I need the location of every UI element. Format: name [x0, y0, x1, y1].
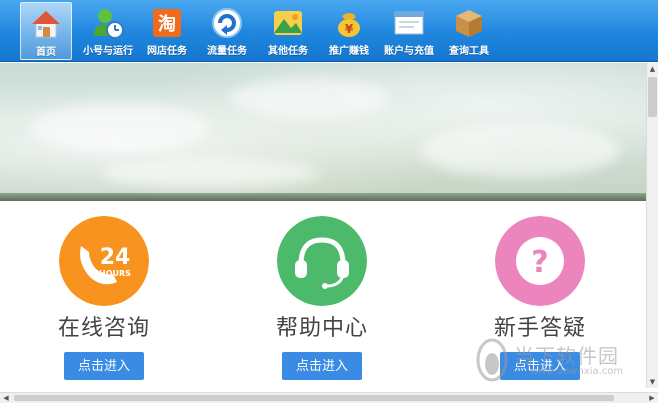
scroll-left-icon[interactable]: ◀ — [0, 393, 12, 403]
toolbar-item-home[interactable]: 首页 — [20, 2, 72, 60]
toolbar-item-account-recharge[interactable]: 账户与充值 — [380, 2, 438, 60]
toolbar-item-label: 流量任务 — [207, 46, 247, 57]
phone-24-hours-icon[interactable]: 24 HOURS — [59, 216, 149, 306]
card-title: 在线咨询 — [57, 316, 150, 341]
svg-text:¥: ¥ — [345, 22, 354, 36]
toolbar-item-label: 首页 — [36, 47, 56, 58]
icon-24-text: 24 — [100, 245, 131, 270]
box-icon — [456, 10, 482, 37]
user-clock-icon — [94, 9, 124, 39]
main-toolbar: 首页 小号与运行 淘 网店任务 流量任务 其他任务 ¥ 推广赚钱 账户与充值 查… — [0, 0, 658, 62]
scroll-right-icon[interactable]: ▶ — [646, 393, 658, 403]
toolbar-item-label: 推广赚钱 — [329, 46, 369, 57]
window-icon — [394, 11, 424, 35]
watermark: 当下软件园 www.downxia.com — [470, 336, 650, 386]
house-icon — [30, 10, 62, 38]
horizontal-scroll-thumb[interactable] — [14, 395, 614, 401]
card-title: 帮助中心 — [275, 316, 368, 341]
toolbar-item-promote-earn[interactable]: ¥ 推广赚钱 — [324, 2, 374, 60]
toolbar-item-shop-tasks[interactable]: 淘 网店任务 — [142, 2, 192, 60]
money-bag-icon: ¥ — [338, 13, 360, 37]
toolbar-item-traffic-tasks[interactable]: 流量任务 — [202, 2, 252, 60]
mountain-icon — [274, 11, 302, 35]
question-mark: ? — [531, 245, 548, 280]
toolbar-item-other-tasks[interactable]: 其他任务 — [262, 2, 314, 60]
vertical-scrollbar[interactable]: ▲ ▼ — [646, 63, 658, 388]
vertical-scroll-thumb[interactable] — [648, 77, 657, 117]
watermark-text: 当下软件园 — [514, 344, 619, 368]
icon-hours-text: HOURS — [99, 269, 131, 278]
scroll-down-icon[interactable]: ▼ — [647, 376, 658, 388]
question-icon[interactable]: ? — [495, 216, 585, 306]
enter-button[interactable]: 点击进入 — [64, 352, 144, 380]
card-help-center: 帮助中心 点击进入 — [242, 212, 402, 387]
taobao-icon: 淘 — [153, 9, 181, 37]
toolbar-item-label: 账户与充值 — [384, 46, 434, 57]
svg-text:淘: 淘 — [158, 13, 176, 35]
headset-icon[interactable] — [277, 216, 367, 306]
card-online-consult: 24 HOURS 在线咨询 点击进入 — [24, 212, 184, 387]
banner-image — [0, 63, 646, 201]
toolbar-item-label: 查询工具 — [449, 46, 489, 57]
toolbar-item-query-tools[interactable]: 查询工具 — [444, 2, 494, 60]
toolbar-item-label: 其他任务 — [268, 46, 308, 57]
horizontal-scrollbar[interactable]: ◀ ▶ — [0, 392, 658, 403]
toolbar-item-label: 小号与运行 — [83, 46, 133, 57]
toolbar-item-label: 网店任务 — [147, 46, 187, 57]
app-window: 首页 小号与运行 淘 网店任务 流量任务 其他任务 ¥ 推广赚钱 账户与充值 查… — [0, 0, 658, 403]
enter-button[interactable]: 点击进入 — [282, 352, 362, 380]
watermark-logo-icon — [476, 338, 508, 382]
scroll-up-icon[interactable]: ▲ — [647, 63, 658, 75]
toolbar-item-accounts-run[interactable]: 小号与运行 — [80, 2, 136, 60]
watermark-url: www.downxia.com — [530, 366, 624, 377]
refresh-icon — [212, 8, 242, 38]
